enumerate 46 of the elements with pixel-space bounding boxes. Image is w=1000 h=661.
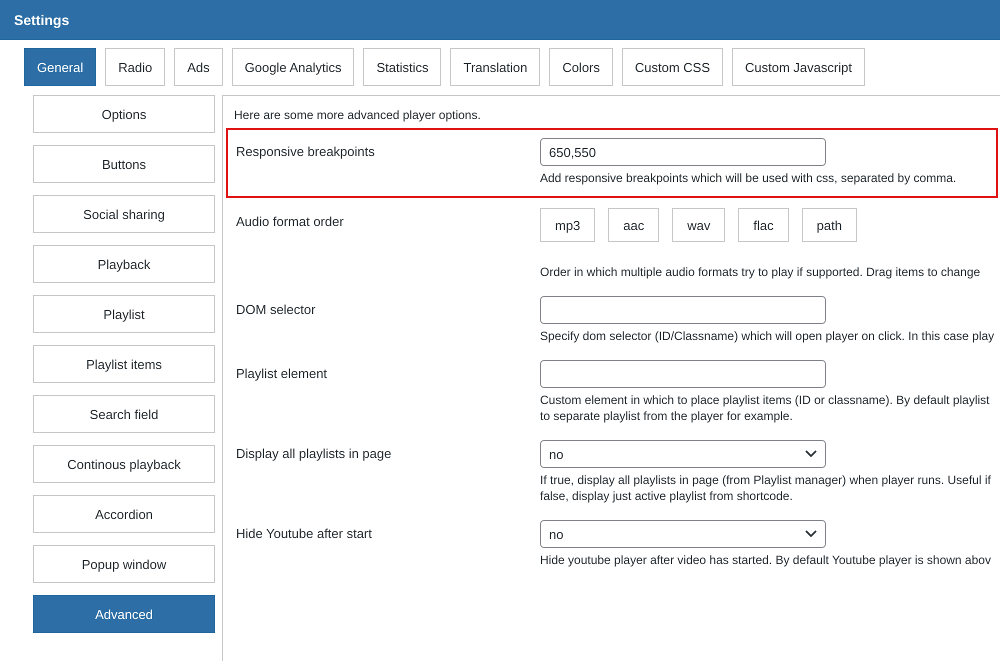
sidebar-item[interactable]: Social sharing: [33, 195, 215, 233]
setting-label: Responsive breakpoints: [236, 143, 376, 161]
sidebar-item[interactable]: Search field: [33, 395, 215, 433]
setting-label: DOM selector: [236, 301, 316, 319]
sidebar-item[interactable]: Playback: [33, 245, 215, 283]
format-chip[interactable]: wav: [672, 208, 726, 242]
setting-label: Playlist element: [236, 365, 328, 383]
setting-description: Hide youtube player after video has started. By default Youtube player is shown abov: [540, 552, 992, 568]
text-field[interactable]: [540, 360, 826, 388]
tab[interactable]: Custom CSS: [622, 48, 724, 86]
sidebar-item[interactable]: Continous playback: [33, 445, 215, 483]
tab[interactable]: Ads: [174, 48, 223, 86]
setting-label: Display all playlists in page: [236, 445, 392, 463]
sidebar-item[interactable]: Popup window: [33, 545, 215, 583]
tab[interactable]: Google Analytics: [232, 48, 354, 86]
sidebar-item[interactable]: Playlist: [33, 295, 215, 333]
chevron-down-icon: [805, 450, 817, 458]
sidebar-item[interactable]: Options: [33, 95, 215, 133]
intro-text: Here are some more advanced player options.: [234, 108, 482, 122]
text-field[interactable]: 650,550: [540, 138, 826, 166]
sidebar-item[interactable]: Advanced: [33, 595, 215, 633]
setting-description: Custom element in which to place playlist items (ID or classname). By default playlist to separate playlist from the player for example.: [540, 392, 991, 424]
dropdown[interactable]: no: [540, 440, 826, 468]
tab[interactable]: General: [24, 48, 96, 86]
setting-label: Hide Youtube after start: [236, 525, 373, 543]
dropdown[interactable]: no: [540, 520, 826, 548]
setting-description: Add responsive breakpoints which will be used with css, separated by comma.: [540, 170, 958, 186]
tab[interactable]: Translation: [450, 48, 540, 86]
tab[interactable]: Colors: [549, 48, 613, 86]
setting-description: Order in which multiple audio formats try to play if supported. Drag items to change: [540, 264, 982, 280]
text-field[interactable]: [540, 296, 826, 324]
setting-description: Specify dom selector (ID/Classname) which will open player on click. In this case play: [540, 328, 996, 344]
setting-label: Audio format order: [236, 213, 345, 231]
format-chip[interactable]: flac: [738, 208, 789, 242]
sidebar-item[interactable]: Playlist items: [33, 345, 215, 383]
sidebar-item[interactable]: Accordion: [33, 495, 215, 533]
tab[interactable]: Statistics: [363, 48, 442, 86]
page-title: Settings: [14, 12, 70, 28]
tab[interactable]: Radio: [105, 48, 166, 86]
sidebar-item[interactable]: Buttons: [33, 145, 215, 183]
format-chip[interactable]: mp3: [540, 208, 596, 242]
setting-description: If true, display all playlists in page (from Playlist manager) when player runs. Useful if false, display just active playlist from shortcode.: [540, 472, 992, 504]
tab[interactable]: Custom Javascript: [732, 48, 865, 86]
chevron-down-icon: [805, 530, 817, 538]
format-chip[interactable]: aac: [608, 208, 660, 242]
format-chip[interactable]: path: [802, 208, 857, 242]
